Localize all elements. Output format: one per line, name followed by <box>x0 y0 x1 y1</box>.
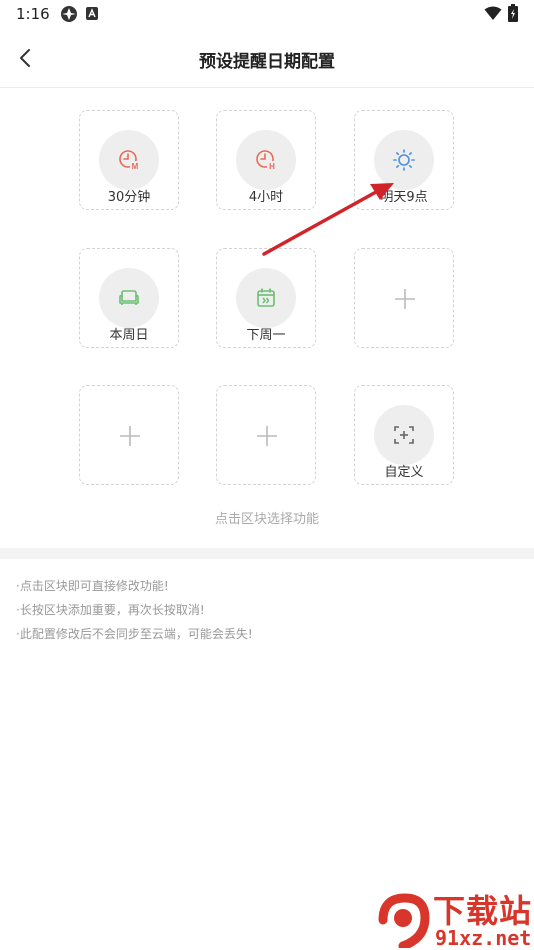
plus-icon <box>120 426 140 446</box>
tile-label: 下周一 <box>246 328 286 343</box>
tile-add-empty[interactable] <box>79 385 179 485</box>
plus-icon <box>257 426 277 446</box>
watermark-logo-icon <box>378 893 430 948</box>
tile-this-sunday[interactable]: 本周日 <box>79 248 179 348</box>
header-bar: 预设提醒日期配置 <box>0 30 534 88</box>
tile-add-empty[interactable] <box>216 385 316 485</box>
tile-icon-circle <box>236 268 296 328</box>
battery-icon <box>508 4 518 22</box>
svg-text:M: M <box>132 162 139 171</box>
status-time: 1:16 <box>16 5 50 23</box>
page-title: 预设提醒日期配置 <box>199 52 335 72</box>
clock-h-icon: H <box>256 150 277 171</box>
tile-label: 自定义 <box>384 465 424 480</box>
section-divider <box>0 548 534 559</box>
annotation-arrow-icon <box>262 183 394 256</box>
watermark: 下载站 91xz.net <box>375 886 534 950</box>
tile-30-minutes[interactable]: M 30分钟 <box>79 110 179 210</box>
wifi-icon <box>484 6 502 20</box>
tile-custom[interactable]: 自定义 <box>354 385 454 485</box>
sofa-icon <box>119 290 139 305</box>
note-item: ·点击区块即可直接修改功能! <box>16 579 169 593</box>
status-bar: 1:16 <box>0 0 534 30</box>
sun-icon <box>393 149 415 171</box>
watermark-site: 91xz.net <box>435 926 532 950</box>
tile-next-monday[interactable]: 下周一 <box>216 248 316 348</box>
tile-label: 本周日 <box>109 328 149 343</box>
app-notification-icon <box>61 6 77 22</box>
tile-add-empty[interactable] <box>354 248 454 348</box>
a-notification-icon <box>86 7 98 20</box>
note-item: ·长按区块添加重要，再次长按取消! <box>16 603 205 617</box>
plus-icon <box>395 289 415 309</box>
tile-icon-circle <box>99 268 159 328</box>
clock-m-icon: M <box>119 150 140 171</box>
svg-text:H: H <box>269 162 275 171</box>
select-hint-text: 点击区块选择功能 <box>214 512 319 527</box>
calendar-next-icon <box>257 288 275 307</box>
tile-icon-circle: M <box>99 130 159 190</box>
custom-scan-icon <box>394 426 414 444</box>
tile-label: 30分钟 <box>107 190 151 205</box>
note-item: ·此配置修改后不会同步至云端，可能会丢失! <box>16 627 253 641</box>
tile-icon-circle <box>374 405 434 465</box>
notes-list: ·点击区块即可直接修改功能! ·长按区块添加重要，再次长按取消! ·此配置修改后… <box>16 574 253 646</box>
